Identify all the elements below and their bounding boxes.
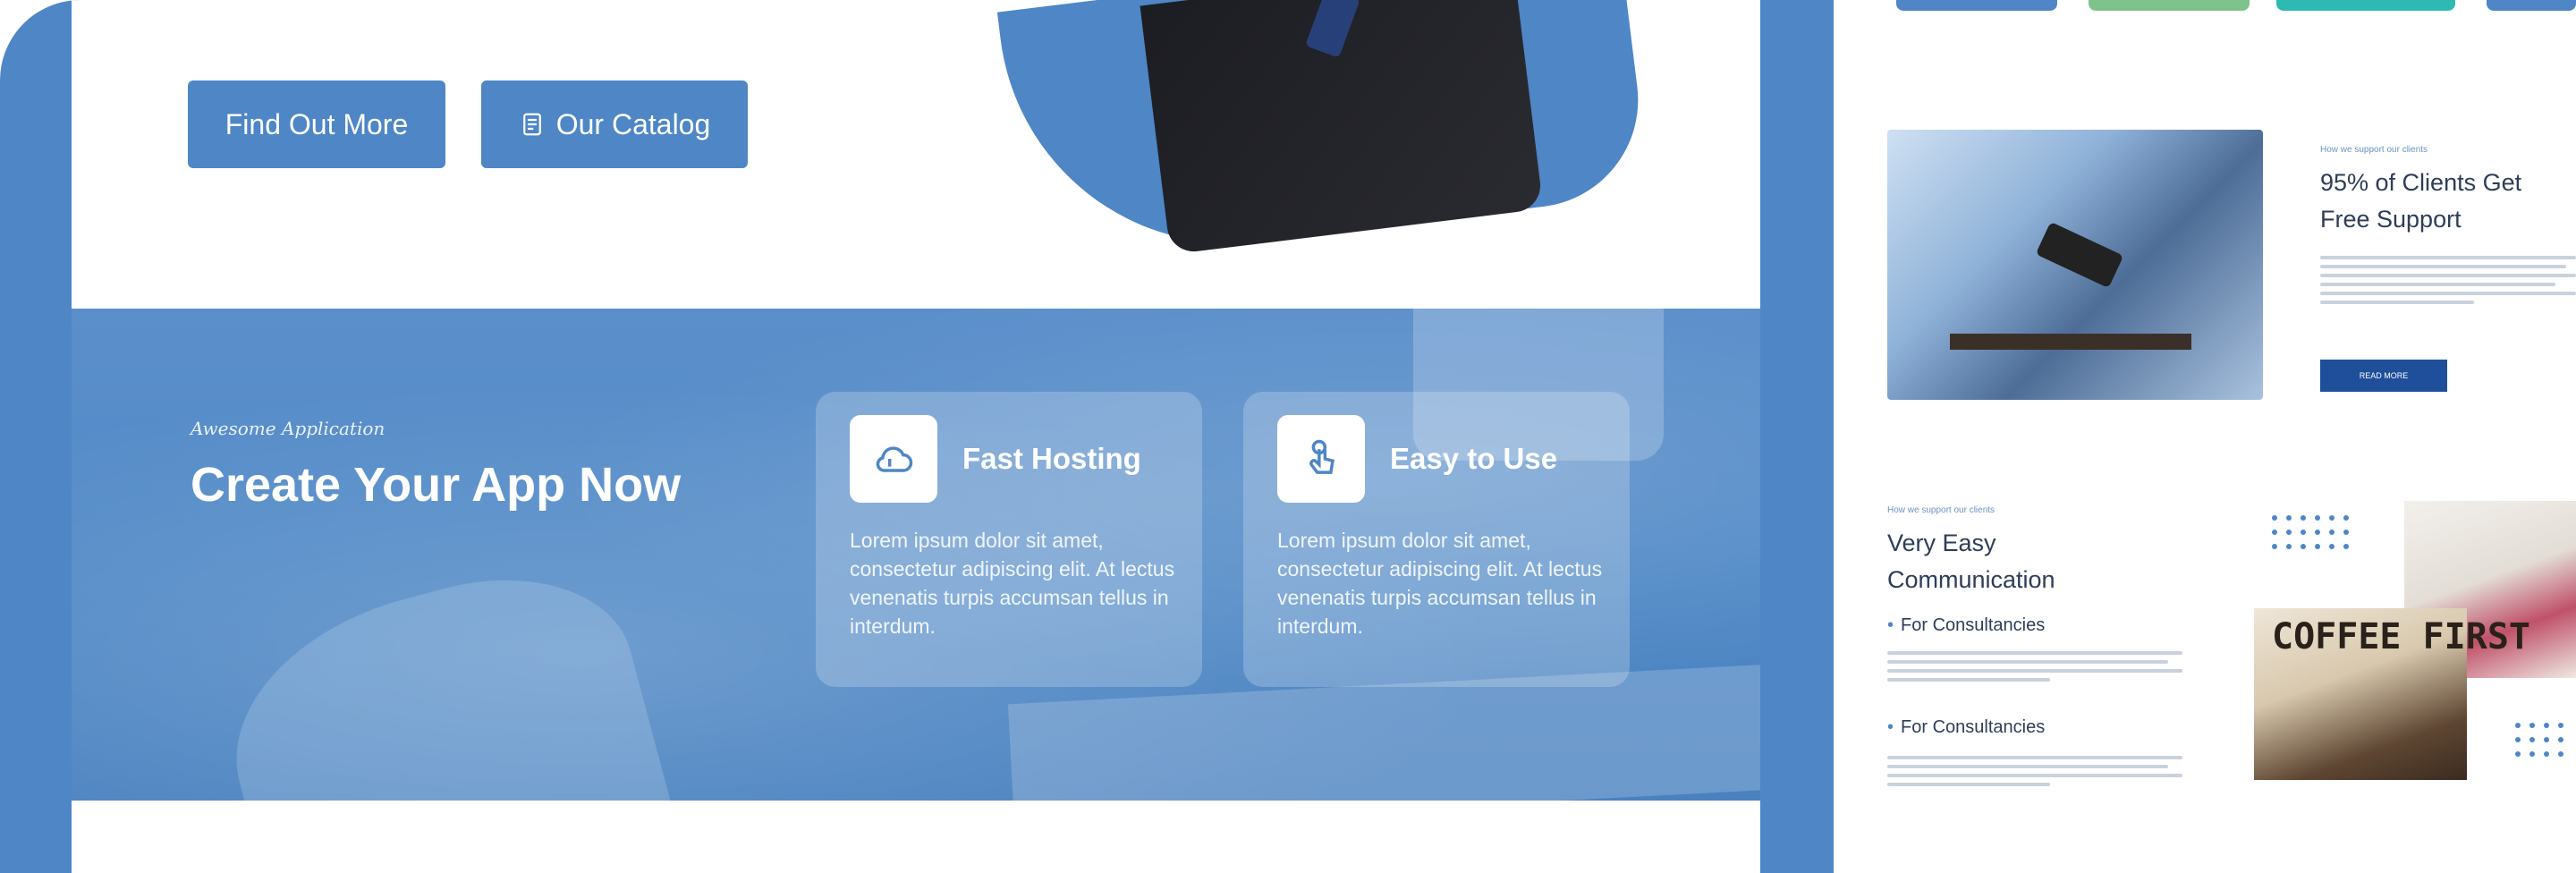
communication-heading: Very Easy Communication bbox=[1887, 530, 2055, 593]
support-kicker: How we support our clients bbox=[2320, 145, 2428, 155]
belt-detail bbox=[1950, 334, 2191, 350]
bullet-dot-icon: • bbox=[1887, 615, 1894, 635]
bullet-text-lines bbox=[1887, 651, 2182, 687]
cloud-icon bbox=[850, 415, 937, 503]
feature-card-easy-to-use: Easy to Use Lorem ipsum dolor sit amet, … bbox=[1243, 392, 1630, 687]
banner-kicker: Awesome Application bbox=[191, 418, 386, 439]
feature-card-fast-hosting: Fast Hosting Lorem ipsum dolor sit amet,… bbox=[816, 392, 1202, 687]
support-text-lines bbox=[2320, 256, 2576, 309]
dot-pattern-decor bbox=[2515, 723, 2563, 757]
preview-tab[interactable] bbox=[2487, 0, 2576, 11]
create-app-banner: Awesome Application Create Your App Now … bbox=[72, 309, 1760, 801]
our-catalog-label: Our Catalog bbox=[555, 107, 711, 140]
coffee-sign-text: COFFEE FIRST bbox=[2272, 616, 2530, 657]
feature-description: Lorem ipsum dolor sit amet, consectetur … bbox=[850, 529, 1175, 638]
bullet-item: • For Consultancies bbox=[1887, 717, 2045, 738]
read-more-button[interactable]: READ MORE bbox=[2320, 360, 2447, 392]
banner-title: Create Your App Now bbox=[191, 458, 682, 512]
bullet-label: For Consultancies bbox=[1901, 717, 2046, 737]
preview-tab[interactable] bbox=[1896, 0, 2057, 11]
phone-detail bbox=[2035, 221, 2124, 289]
support-heading: 95% of Clients Get Free Support bbox=[2320, 169, 2522, 233]
dot-pattern-decor bbox=[2272, 515, 2349, 549]
communication-kicker: How we support our clients bbox=[1887, 505, 1996, 515]
screenshot-frame: Find Out More Our Catalog Awesome Applic… bbox=[0, 0, 2576, 873]
document-icon bbox=[519, 111, 546, 138]
handshake-photo bbox=[1887, 130, 2263, 400]
feature-description: Lorem ipsum dolor sit amet, consectetur … bbox=[1277, 529, 1603, 638]
bullet-label: For Consultancies bbox=[1901, 615, 2046, 635]
next-section-strip bbox=[72, 801, 1760, 873]
bullet-dot-icon: • bbox=[1887, 717, 1894, 737]
preview-tab[interactable] bbox=[2089, 0, 2250, 11]
find-out-more-label: Find Out More bbox=[225, 107, 409, 140]
bullet-item: • For Consultancies bbox=[1887, 615, 2045, 636]
feature-title: Easy to Use bbox=[1390, 442, 1558, 475]
feature-title: Fast Hosting bbox=[962, 442, 1141, 475]
hand-tap-icon bbox=[1277, 415, 1365, 503]
find-out-more-button[interactable]: Find Out More bbox=[188, 81, 445, 168]
bullet-text-lines bbox=[1887, 756, 2182, 792]
preview-tab[interactable] bbox=[2276, 0, 2455, 11]
our-catalog-button[interactable]: Our Catalog bbox=[481, 81, 748, 168]
